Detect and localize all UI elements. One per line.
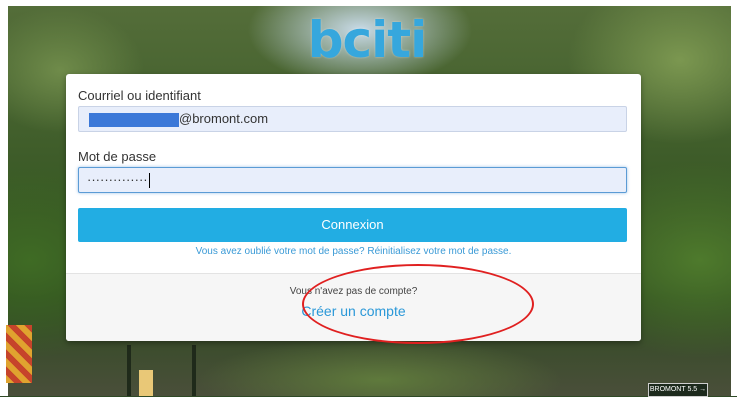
- bciti-logo: bciti: [307, 11, 428, 69]
- forgot-password-link[interactable]: Vous avez oublié votre mot de passe? Réi…: [66, 246, 641, 257]
- username-field[interactable]: @bromont.com: [78, 106, 627, 132]
- street-banner: [139, 370, 153, 396]
- lamp-post: [192, 345, 196, 396]
- create-account-link[interactable]: Créer un compte: [66, 303, 641, 319]
- password-label: Mot de passe: [78, 149, 157, 164]
- login-card: Courriel ou identifiant @bromont.com Mot…: [66, 74, 641, 344]
- username-label: Courriel ou identifiant: [78, 88, 201, 103]
- redaction-box: [89, 112, 179, 127]
- text-caret: [148, 173, 150, 189]
- street-sign: BROMONT 5.5 →: [648, 383, 708, 397]
- username-value: @bromont.com: [179, 111, 269, 126]
- street-flag: [6, 325, 32, 383]
- no-account-text: Vous n'avez pas de compte?: [289, 286, 418, 297]
- password-value: ··············: [87, 172, 148, 187]
- lamp-post: [127, 345, 131, 396]
- password-field[interactable]: ··············: [78, 167, 627, 193]
- connexion-button[interactable]: Connexion: [78, 208, 627, 242]
